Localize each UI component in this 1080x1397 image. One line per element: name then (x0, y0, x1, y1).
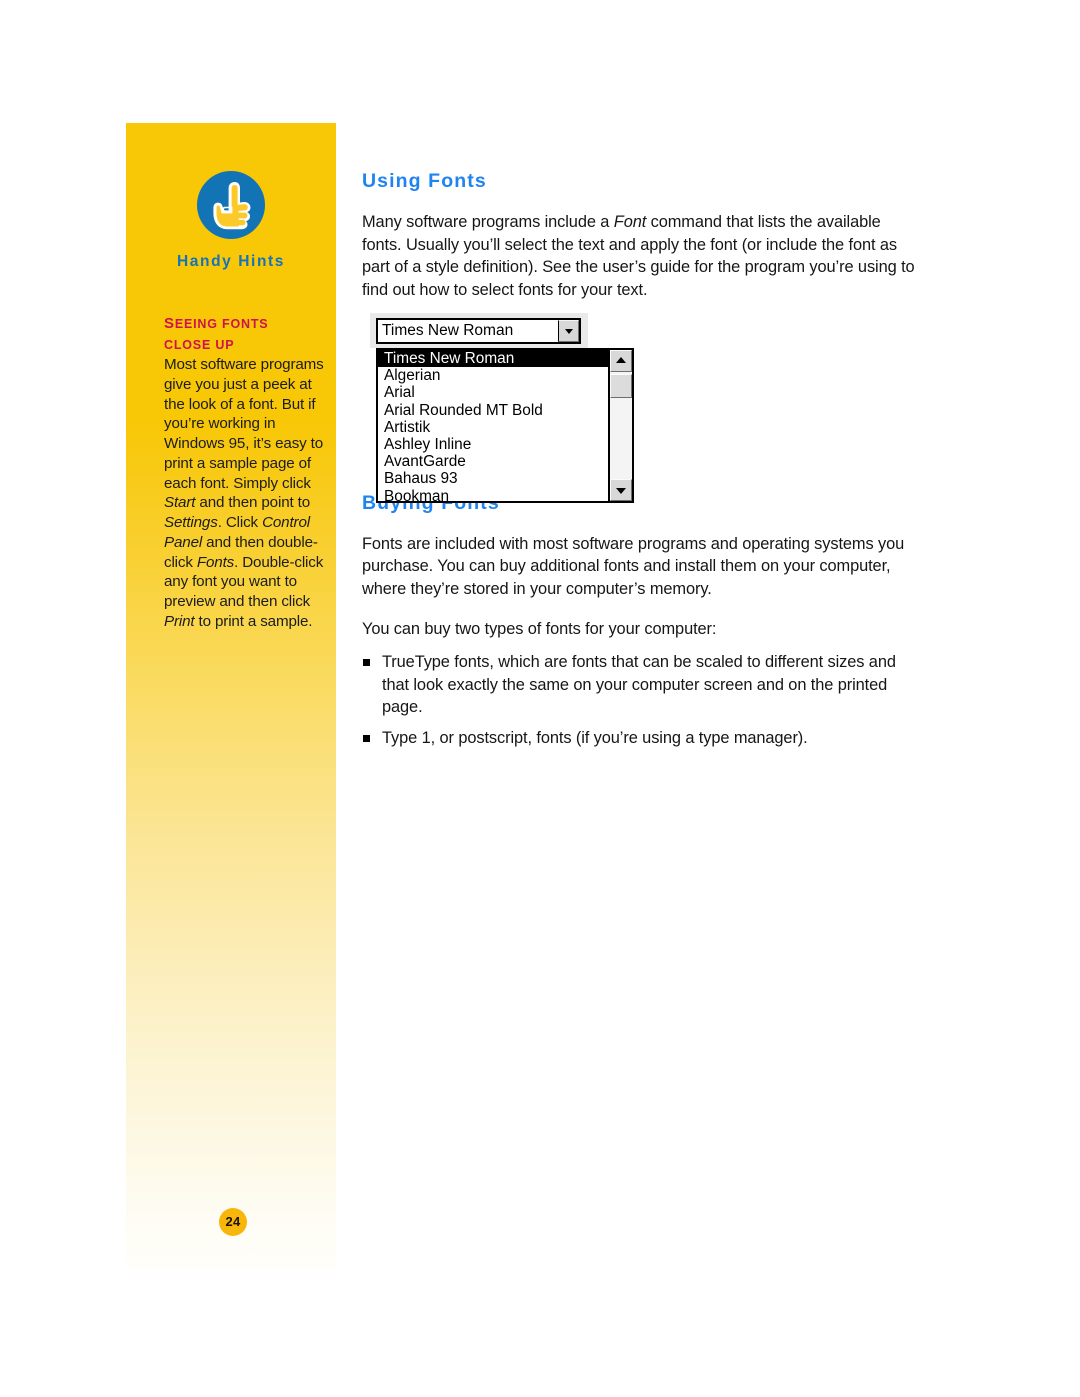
sidebar-title: Handy Hints (176, 253, 286, 270)
bullet-list: TrueType fonts, which are fonts that can… (362, 651, 922, 750)
scrollbar-track[interactable] (610, 372, 632, 479)
font-combobox[interactable]: Times New Roman (376, 318, 581, 344)
text-run: Many software programs include a (362, 213, 614, 231)
sidebar-kicker: SEEING FONTS CLOSE UP (164, 313, 332, 355)
font-list-item[interactable]: Times New Roman (378, 350, 608, 368)
hint-icon-container (126, 171, 336, 239)
content-section: Buying FontsFonts are included with most… (362, 492, 922, 750)
text-run: Most software programs give you just a p… (164, 356, 324, 492)
body-paragraph: Fonts are included with most software pr… (362, 533, 922, 601)
pointing-hand-icon (197, 171, 265, 239)
page-number-badge: 24 (219, 1208, 247, 1236)
sidebar-kicker-line-1: SEEING FONTS (164, 315, 269, 332)
font-picker-widget[interactable]: Times New Roman Times New Roman Algerian A… (370, 313, 642, 505)
emphasis-text: Start (164, 494, 196, 512)
font-list-item[interactable]: Bahaus 93 (378, 470, 608, 487)
bullet-item: TrueType fonts, which are fonts that can… (362, 651, 922, 719)
sidebar-kicker-line-2: CLOSE UP (164, 337, 235, 352)
bullet-item: Type 1, or postscript, fonts (if you’re … (362, 727, 922, 750)
font-combobox-value[interactable]: Times New Roman (378, 320, 558, 342)
text-run: to print a sample. (194, 612, 313, 630)
scrollbar-thumb[interactable] (610, 374, 632, 398)
scroll-down-arrow-icon[interactable] (610, 479, 632, 501)
font-list-item[interactable]: Arial (378, 384, 608, 401)
font-listbox-items[interactable]: Times New Roman Algerian Arial Arial Rounde… (378, 350, 608, 501)
chevron-down-icon[interactable] (558, 320, 579, 342)
handy-hints-sidebar: Handy Hints SEEING FONTS CLOSE UP Most s… (126, 123, 336, 1270)
font-list-item[interactable]: Bookman (378, 488, 608, 501)
scroll-up-arrow-icon[interactable] (610, 350, 632, 372)
font-list-item[interactable]: Arial Rounded MT Bold (378, 402, 608, 419)
font-list-item[interactable]: Artistik (378, 419, 608, 436)
body-paragraph: Many software programs include a Font co… (362, 211, 922, 302)
font-list-item[interactable]: Ashley Inline (378, 436, 608, 453)
emphasis-text: Settings (164, 514, 218, 531)
font-list-item[interactable]: AvantGarde (378, 453, 608, 470)
font-listbox-scrollbar[interactable] (608, 350, 632, 501)
font-list-item[interactable]: Algerian (378, 367, 608, 384)
text-run: You can buy two types of fonts for your … (362, 620, 717, 639)
body-paragraph: You can buy two types of fonts for your … (362, 618, 922, 641)
emphasis-text: Print (164, 612, 195, 630)
section-heading: Using Fonts (362, 170, 487, 192)
emphasis-text: Font (613, 213, 647, 231)
content-section: Using Fonts Many software programs includ… (362, 170, 922, 302)
emphasis-text: Fonts (196, 553, 235, 571)
text-run: . Click (217, 514, 263, 531)
sidebar-body-text: Most software programs give you just a p… (164, 355, 334, 632)
text-run: and then point to (195, 494, 311, 512)
font-listbox[interactable]: Times New Roman Algerian Arial Arial Rounde… (376, 348, 634, 503)
text-run: Fonts are included with most software pr… (362, 534, 905, 598)
